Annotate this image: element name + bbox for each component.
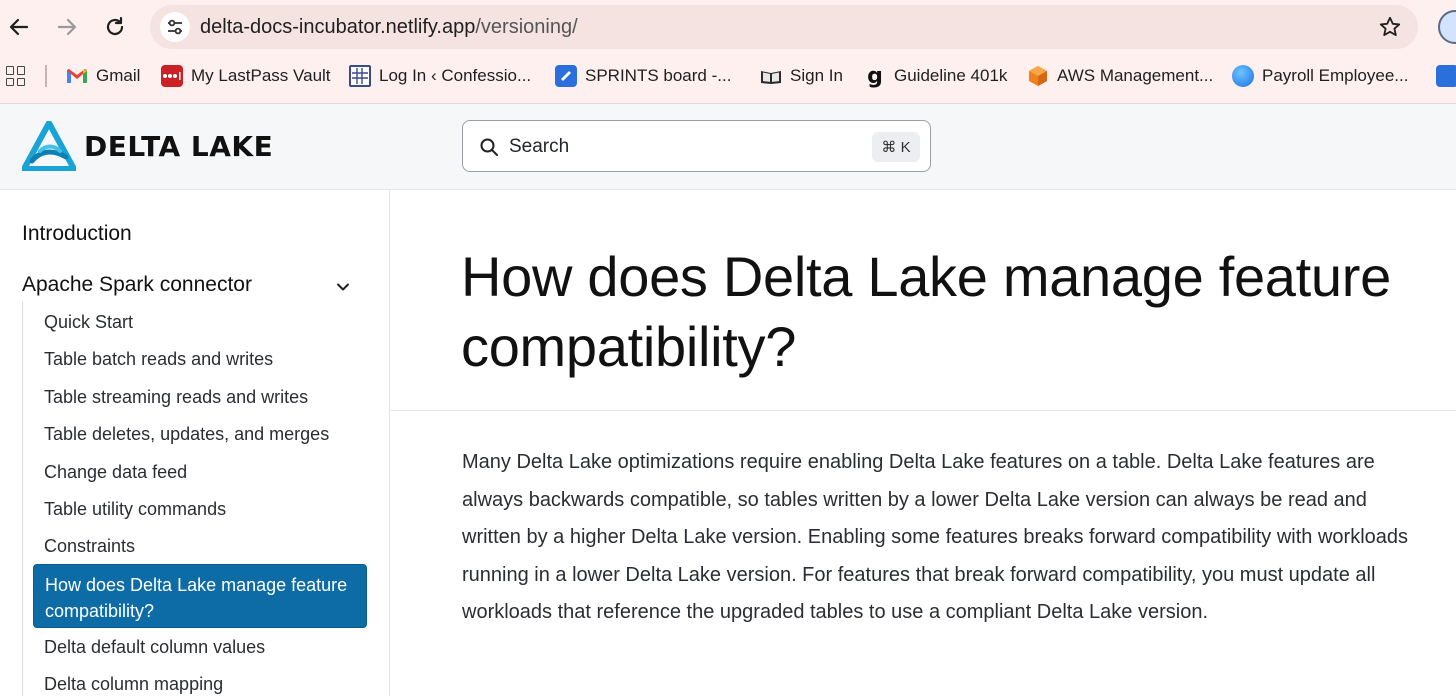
bookmark-sprints[interactable]: SPRINTS board -... <box>555 62 731 90</box>
bookmark-label: Sign In <box>790 66 843 85</box>
grid-site-icon <box>349 65 371 87</box>
search-shortcut-badge: ⌘ K <box>872 132 920 162</box>
lastpass-icon <box>161 65 183 87</box>
bookmark-overflow[interactable] <box>1436 62 1456 90</box>
sidebar-item-change-data-feed[interactable]: Change data feed <box>44 462 187 483</box>
bookmarks-bar: Gmail My LastPass Vault Log In ‹ Confess… <box>0 56 1456 96</box>
bookmark-payroll[interactable]: Payroll Employee... <box>1232 62 1408 90</box>
delta-triangle-icon <box>22 121 76 171</box>
reload-icon <box>106 16 124 36</box>
bookmark-label: AWS Management... <box>1057 66 1214 85</box>
browser-chrome: delta-docs-incubator.netlify.app/version… <box>0 0 1456 104</box>
book-icon <box>760 65 782 87</box>
sidebar-item-batch-reads-writes[interactable]: Table batch reads and writes <box>44 349 273 370</box>
sidebar-item-default-column-values[interactable]: Delta default column values <box>44 637 265 658</box>
forward-arrow-icon <box>57 18 77 36</box>
jira-icon <box>1436 65 1456 87</box>
sidebar-item-label: How does Delta Lake manage feature compa… <box>45 575 348 621</box>
url-host: delta-docs-incubator.netlify.app <box>200 16 476 38</box>
sidebar-item-column-mapping[interactable]: Delta column mapping <box>44 674 223 695</box>
search-icon <box>480 138 498 156</box>
jira-icon <box>555 65 577 87</box>
bookmark-gmail[interactable]: Gmail <box>66 62 140 90</box>
bookmark-label: Log In ‹ Confessio... <box>379 66 532 85</box>
sidebar-item-quick-start[interactable]: Quick Start <box>44 312 133 333</box>
intro-paragraph: Many Delta Lake optimizations require en… <box>462 451 1409 623</box>
bookmark-label: Gmail <box>96 66 141 85</box>
bookmark-label: Payroll Employee... <box>1262 66 1409 85</box>
sidebar-item-streaming-reads-writes[interactable]: Table streaming reads and writes <box>44 387 308 408</box>
sidebar-item-feature-compatibility[interactable]: How does Delta Lake manage feature compa… <box>33 564 367 628</box>
payroll-icon <box>1232 65 1254 87</box>
profile-avatar[interactable] <box>1438 10 1456 44</box>
bookmark-guideline[interactable]: g Guideline 401k <box>864 62 1007 90</box>
gmail-icon <box>66 65 88 87</box>
sidebar-item-constraints[interactable]: Constraints <box>44 536 135 557</box>
guideline-icon: g <box>867 63 883 89</box>
sidebar-item-deletes-updates-merges[interactable]: Table deletes, updates, and merges <box>44 424 329 445</box>
site-header: DELTA LAKE Search ⌘ K <box>0 104 1456 190</box>
bookmarks-divider <box>45 65 47 87</box>
bookmark-lastpass[interactable]: My LastPass Vault <box>161 62 331 90</box>
back-arrow-icon <box>9 18 29 36</box>
bookmark-aws[interactable]: AWS Management... <box>1027 62 1213 90</box>
bookmark-star-icon[interactable] <box>1378 15 1402 39</box>
chevron-down-icon[interactable] <box>334 278 352 296</box>
title-divider <box>391 410 1456 411</box>
tune-icon <box>168 19 182 35</box>
page-title: How does Delta Lake manage feature compa… <box>461 245 1391 378</box>
sidebar-nesting-rail <box>22 302 23 696</box>
back-button[interactable] <box>2 10 36 44</box>
sidebar-section-spark-connector[interactable]: Apache Spark connector <box>22 273 252 297</box>
address-bar[interactable]: delta-docs-incubator.netlify.app/version… <box>150 5 1418 49</box>
main-content: How does Delta Lake manage feature compa… <box>391 190 1456 696</box>
docs-sidebar: Introduction Apache Spark connector Quic… <box>0 190 390 696</box>
reload-button[interactable] <box>98 10 132 44</box>
logo-text: DELTA LAKE <box>84 129 274 163</box>
bookmark-confessio[interactable]: Log In ‹ Confessio... <box>349 62 531 90</box>
sidebar-section-introduction[interactable]: Introduction <box>22 222 132 246</box>
bookmark-label: SPRINTS board -... <box>585 66 732 85</box>
bookmark-sign-in[interactable]: Sign In <box>760 62 843 90</box>
site-info-button[interactable] <box>160 12 190 42</box>
aws-icon <box>1027 65 1049 87</box>
url-path: /versioning/ <box>475 16 578 38</box>
search-box[interactable]: Search ⌘ K <box>462 120 931 172</box>
search-placeholder: Search <box>509 136 570 157</box>
sidebar-item-utility-commands[interactable]: Table utility commands <box>44 499 226 520</box>
apps-grid-icon[interactable] <box>6 66 26 86</box>
bookmark-label: My LastPass Vault <box>191 66 331 85</box>
forward-button[interactable] <box>50 10 84 44</box>
url-text[interactable]: delta-docs-incubator.netlify.app/version… <box>200 5 578 49</box>
delta-lake-logo[interactable]: DELTA LAKE <box>22 121 273 171</box>
bookmark-label: Guideline 401k <box>894 66 1008 85</box>
